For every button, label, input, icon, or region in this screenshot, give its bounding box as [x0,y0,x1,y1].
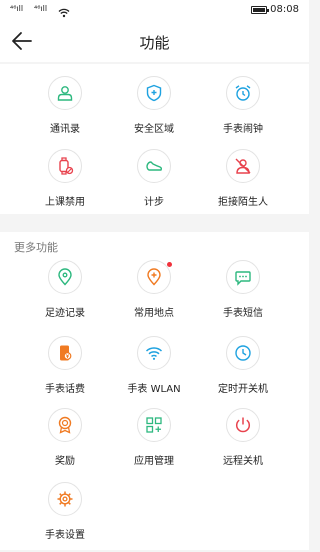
battery-icon [251,6,269,14]
feature-item[interactable]: 通讯录 [20,76,110,146]
feature-label: 安全区域 [134,124,174,135]
feature-label: 拒接陌生人 [218,197,268,208]
feature-label: 应用管理 [134,456,174,467]
wifi-icon [137,336,171,370]
feature-label: 手表短信 [223,308,263,319]
feature-label: 手表闹钟 [223,124,263,135]
feature-item[interactable]: 定时开关机 [198,336,288,406]
more-features-panel: 更多功能 足迹记录 常用地点 手表短信手表话费 手表 WLAN 定时开关机奖励 应用管理 远… [0,232,309,550]
chat-icon [226,260,260,294]
signal-1-icon: ⁴⁶ıll [10,4,24,13]
location-add-icon [137,260,172,294]
gear-icon [48,482,82,516]
app-header: 功能 [0,22,309,62]
feature-label: 奖励 [55,456,75,467]
feature-label: 上课禁用 [45,197,85,208]
feature-label: 定时开关机 [218,384,268,395]
feature-item[interactable]: 手表 WLAN [109,336,199,406]
page-title: 功能 [139,34,170,52]
section-title: 更多功能 [14,241,58,254]
notification-dot [167,262,172,267]
wifi-status-icon [58,3,70,22]
feature-item[interactable]: 安全区域 [109,76,199,146]
shield-icon [137,76,171,110]
feature-item[interactable]: 手表设置 [20,482,110,552]
feature-item[interactable]: 应用管理 [109,408,199,478]
feature-item[interactable]: 手表短信 [198,260,288,330]
feature-item[interactable]: 足迹记录 [20,260,110,330]
feature-label: 常用地点 [134,308,174,319]
status-time: 08:08 [270,4,299,15]
medal-icon [48,408,82,442]
feature-label: 手表设置 [45,530,85,541]
phone-fee-icon [48,336,82,370]
feature-label: 手表 WLAN [127,384,181,395]
shoe-icon [137,149,171,183]
feature-label: 计步 [144,197,164,208]
feature-item[interactable]: 计步 [109,149,199,219]
feature-item[interactable]: 远程关机 [198,408,288,478]
power-icon [226,408,260,442]
apps-icon [137,408,171,442]
feature-item[interactable]: 手表话费 [20,336,110,406]
feature-item[interactable]: 手表闹钟 [198,76,288,146]
status-bar: ⁴⁶ıll ⁴⁶ıll 08:08 [0,0,309,22]
signal-2-icon: ⁴⁶ıll [34,4,48,13]
clock-icon [226,336,260,370]
person-block-icon [226,149,260,183]
feature-item[interactable]: 拒接陌生人 [198,149,288,219]
watch-ban-icon [48,149,82,183]
feature-label: 远程关机 [223,456,263,467]
main-features-panel: 通讯录 安全区域 手表闹钟上课禁用 计步 拒接陌生人 [0,64,309,214]
feature-item[interactable]: 上课禁用 [20,149,110,219]
alarm-icon [226,76,260,110]
location-pin-icon [48,260,82,294]
feature-label: 足迹记录 [45,308,85,319]
feature-label: 手表话费 [45,384,85,395]
feature-label: 通讯录 [50,124,80,135]
feature-item[interactable]: 奖励 [20,408,110,478]
contacts-icon [48,76,82,110]
feature-item[interactable]: 常用地点 [109,260,199,330]
